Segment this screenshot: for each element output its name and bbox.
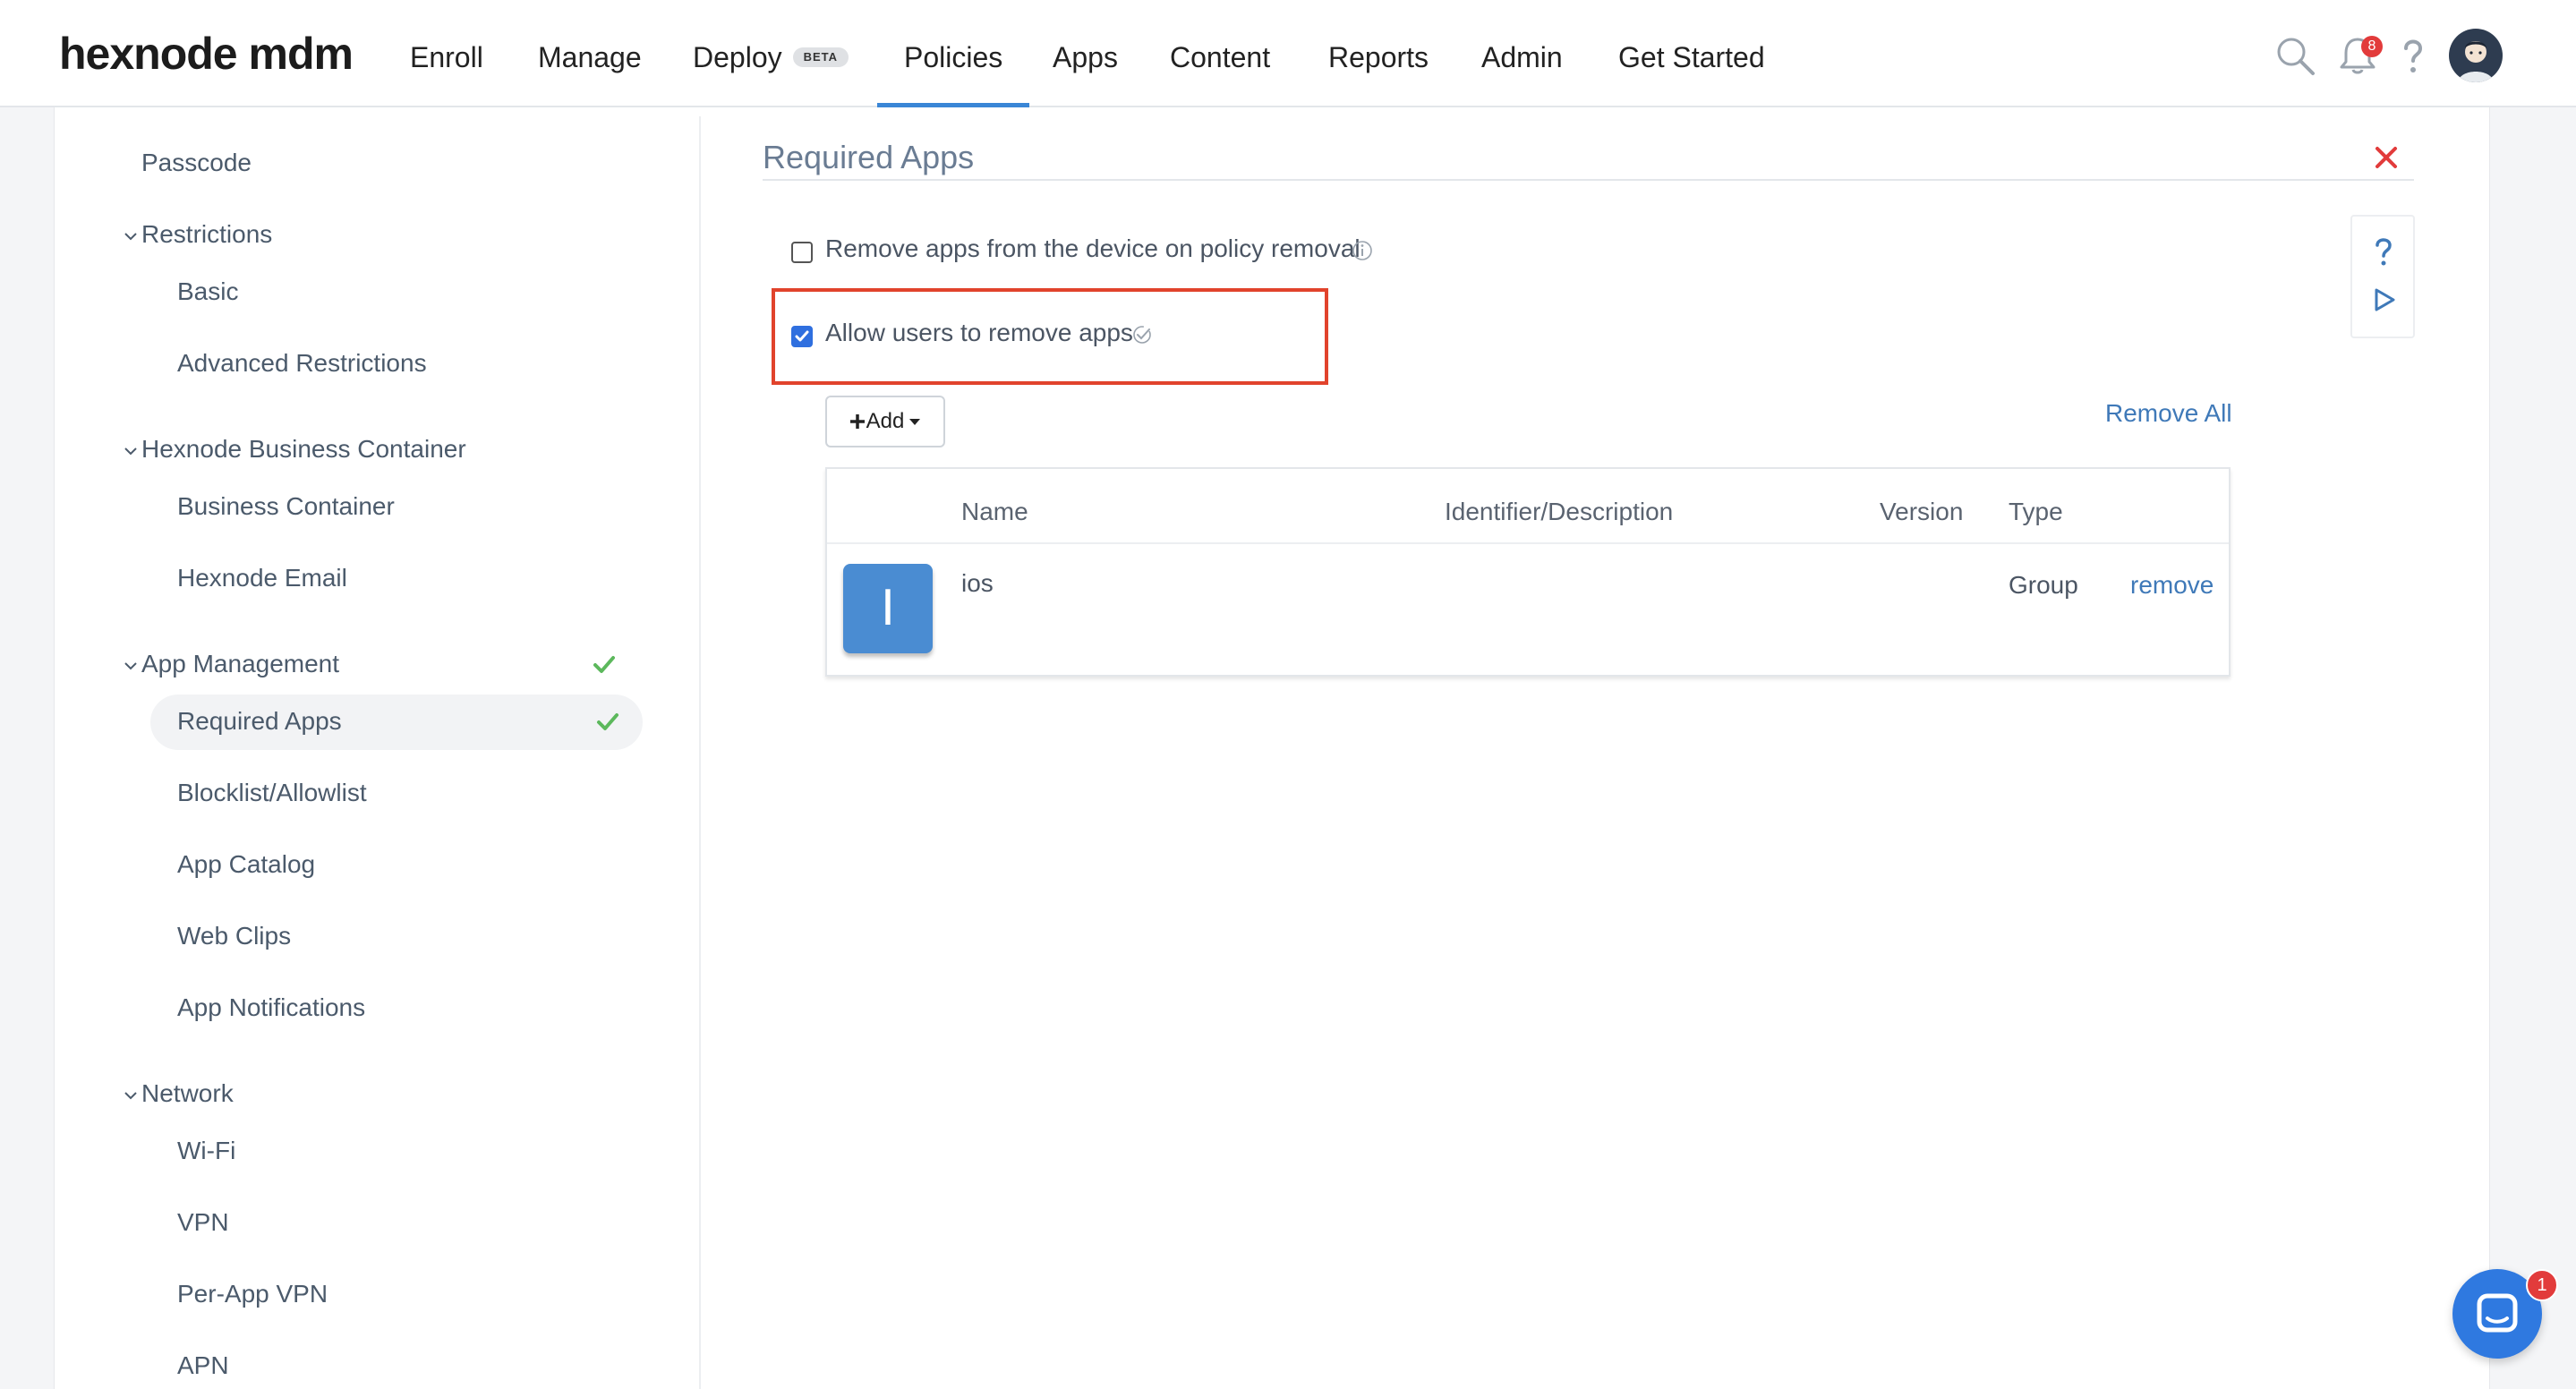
nav-reports[interactable]: Reports bbox=[1328, 0, 1429, 107]
info-icon[interactable] bbox=[1352, 240, 1373, 261]
notification-count-badge: 8 bbox=[2361, 36, 2383, 57]
sidebar-item-app-catalog[interactable]: App Catalog bbox=[177, 847, 315, 882]
nav-content[interactable]: Content bbox=[1170, 0, 1270, 107]
nav-policies[interactable]: Policies bbox=[876, 0, 1030, 107]
allow-users-remove-apps-checkbox[interactable] bbox=[791, 326, 813, 347]
chat-unread-badge: 1 bbox=[2526, 1269, 2558, 1301]
chevron-down-icon bbox=[124, 447, 137, 456]
help-icon[interactable] bbox=[2392, 34, 2435, 77]
user-avatar[interactable] bbox=[2449, 29, 2503, 82]
column-header-version: Version bbox=[1880, 498, 1964, 525]
nav-deploy[interactable]: Deploy BETA bbox=[693, 0, 849, 107]
hexnode-logo[interactable]: hexnode mdm bbox=[59, 27, 354, 81]
avatar-person-icon bbox=[2458, 41, 2494, 82]
remove-apps-on-removal-checkbox[interactable] bbox=[791, 242, 813, 263]
sidebar-section-label: Hexnode Business Container bbox=[141, 435, 466, 463]
chevron-down-icon bbox=[124, 1091, 137, 1100]
chevron-down-icon bbox=[124, 232, 137, 241]
sidebar-item-app-notifications[interactable]: App Notifications bbox=[177, 990, 365, 1026]
beta-badge: BETA bbox=[792, 47, 849, 67]
sidebar-item-business-container[interactable]: Business Container bbox=[177, 489, 395, 524]
app-type-cell: Group bbox=[2009, 571, 2078, 599]
chevron-down-icon bbox=[124, 661, 137, 670]
sidebar-item-blocklist-allowlist[interactable]: Blocklist/Allowlist bbox=[177, 775, 367, 811]
nav-get-started[interactable]: Get Started bbox=[1618, 0, 1765, 107]
column-header-type: Type bbox=[2009, 498, 2063, 525]
play-video-icon[interactable] bbox=[2372, 286, 2397, 313]
header-divider bbox=[827, 542, 2229, 544]
title-divider bbox=[763, 179, 2414, 181]
app-group-icon: I bbox=[843, 564, 933, 653]
plus-icon bbox=[849, 414, 865, 429]
app-name-cell: ios bbox=[961, 569, 994, 597]
sidebar-section-app-management[interactable]: App Management bbox=[122, 646, 339, 682]
sidebar-section-label: Network bbox=[141, 1079, 234, 1107]
caret-down-icon bbox=[909, 419, 921, 425]
checkmark-icon bbox=[597, 713, 618, 730]
sidebar-section-label: Restrictions bbox=[141, 220, 273, 248]
sidebar-item-advanced-restrictions[interactable]: Advanced Restrictions bbox=[177, 345, 427, 381]
sidebar-section-label: App Management bbox=[141, 650, 340, 677]
sidebar-item-apn[interactable]: APN bbox=[177, 1348, 229, 1384]
question-mark-icon[interactable] bbox=[2370, 236, 2397, 267]
sidebar-section-restrictions[interactable]: Restrictions bbox=[122, 217, 272, 252]
close-icon[interactable] bbox=[2372, 143, 2401, 172]
help-panel bbox=[2350, 215, 2415, 338]
sidebar-item-required-apps[interactable]: Required Apps bbox=[177, 703, 342, 739]
add-app-dropdown-button[interactable]: Add bbox=[825, 396, 945, 447]
sidebar-item-per-app-vpn[interactable]: Per-App VPN bbox=[177, 1276, 328, 1312]
nav-apps[interactable]: Apps bbox=[1053, 0, 1118, 107]
checkbox-check-icon bbox=[795, 330, 809, 342]
sidebar-item-basic[interactable]: Basic bbox=[177, 274, 238, 310]
sidebar-item-wifi[interactable]: Wi-Fi bbox=[177, 1133, 235, 1169]
top-navigation-bar: hexnode mdm Enroll Manage Deploy BETA Pol… bbox=[0, 0, 2576, 107]
nav-manage[interactable]: Manage bbox=[538, 0, 642, 107]
sidebar-section-network[interactable]: Network bbox=[122, 1076, 234, 1112]
sidebar-item-vpn[interactable]: VPN bbox=[177, 1205, 229, 1240]
nav-enroll[interactable]: Enroll bbox=[410, 0, 483, 107]
add-button-label: Add bbox=[866, 409, 905, 433]
sidebar-section-business-container[interactable]: Hexnode Business Container bbox=[122, 431, 466, 467]
required-apps-table: Name Identifier/Description Version Type… bbox=[825, 467, 2231, 677]
remove-all-link[interactable]: Remove All bbox=[2105, 396, 2232, 431]
column-header-identifier: Identifier/Description bbox=[1445, 498, 1674, 525]
remove-apps-on-removal-label: Remove apps from the device on policy re… bbox=[825, 234, 1361, 262]
sidebar-item-hexnode-email[interactable]: Hexnode Email bbox=[177, 560, 347, 596]
nav-deploy-label: Deploy bbox=[693, 41, 782, 73]
section-title: Required Apps bbox=[763, 139, 975, 175]
allow-users-remove-apps-label: Allow users to remove apps bbox=[825, 319, 1133, 346]
column-header-name: Name bbox=[961, 498, 1028, 525]
verified-check-icon bbox=[1133, 326, 1151, 344]
sidebar-item-web-clips[interactable]: Web Clips bbox=[177, 918, 291, 954]
sidebar-item-passcode[interactable]: Passcode bbox=[141, 145, 252, 181]
checkmark-icon bbox=[593, 656, 615, 673]
nav-admin[interactable]: Admin bbox=[1481, 0, 1563, 107]
remove-app-link[interactable]: remove bbox=[2130, 567, 2213, 603]
search-icon[interactable] bbox=[2273, 34, 2316, 77]
